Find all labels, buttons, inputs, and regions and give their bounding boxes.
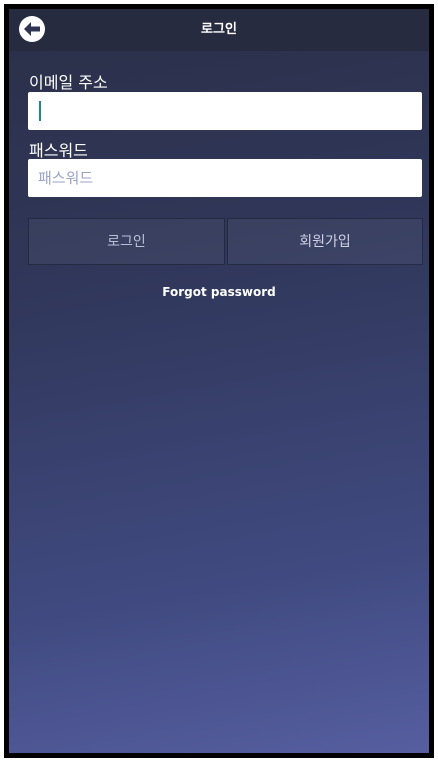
page-title: 로그인 xyxy=(201,22,237,37)
email-field[interactable] xyxy=(28,92,422,130)
password-field[interactable] xyxy=(28,159,422,197)
back-button[interactable] xyxy=(19,16,45,42)
app-header: 로그인 xyxy=(9,9,429,51)
forgot-password-link[interactable]: Forgot password xyxy=(9,285,429,299)
email-label: 이메일 주소 xyxy=(29,73,108,92)
device-frame: 로그인 이메일 주소 패스워드 로그인 회원가입 Forgot password xyxy=(4,4,434,758)
password-label: 패스워드 xyxy=(29,141,88,160)
signup-button[interactable]: 회원가입 xyxy=(227,218,423,265)
arrow-left-icon xyxy=(24,22,40,36)
login-screen: 로그인 이메일 주소 패스워드 로그인 회원가입 Forgot password xyxy=(9,9,429,753)
login-button[interactable]: 로그인 xyxy=(28,218,225,265)
text-caret xyxy=(39,101,41,121)
